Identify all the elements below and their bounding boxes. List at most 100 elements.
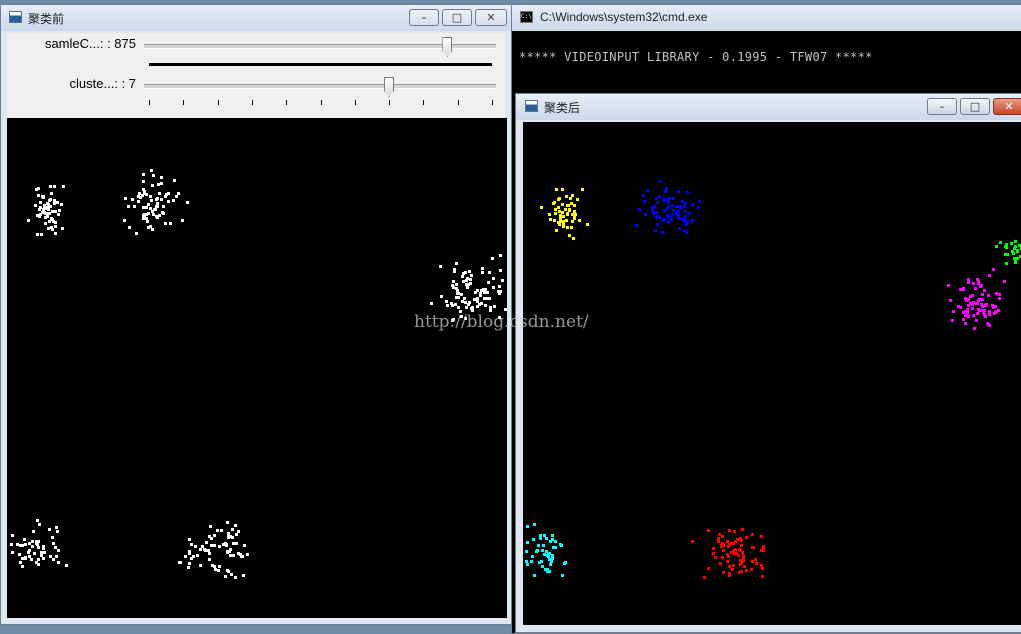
clustered-point: [586, 223, 589, 226]
data-point: [501, 279, 504, 282]
data-point: [152, 213, 155, 216]
clustered-point: [554, 212, 557, 215]
trackbar-track-clustercount[interactable]: [144, 84, 496, 89]
before-titlebar[interactable]: 聚类前 – □ ✕: [1, 5, 511, 31]
clustered-point: [992, 268, 995, 271]
data-point: [151, 184, 154, 187]
data-point: [201, 545, 204, 548]
data-point: [235, 542, 238, 545]
data-point: [52, 220, 55, 223]
data-point: [128, 226, 131, 229]
clustered-point: [536, 549, 539, 552]
clustered-point: [525, 560, 528, 563]
clustered-point: [573, 214, 576, 217]
trackbar-focus-bar: [149, 63, 492, 66]
data-point: [11, 551, 14, 554]
data-point: [31, 545, 34, 548]
maximize-button[interactable]: □: [960, 98, 990, 115]
clustered-point: [661, 219, 664, 222]
clustered-point: [728, 543, 731, 546]
data-point: [172, 199, 175, 202]
data-point: [162, 205, 165, 208]
data-point: [36, 519, 39, 522]
data-point: [18, 553, 21, 556]
clustered-point: [1013, 257, 1016, 260]
window-after[interactable]: 聚类后 – □ ✕: [515, 93, 1021, 633]
clustered-point: [635, 224, 638, 227]
clustered-point: [997, 309, 1000, 312]
data-point: [229, 554, 232, 557]
data-point: [55, 555, 58, 558]
close-button[interactable]: ✕: [993, 98, 1021, 115]
data-point: [160, 182, 163, 185]
data-point: [157, 183, 160, 186]
data-point: [208, 558, 211, 561]
data-point: [142, 180, 145, 183]
tick-mark: [149, 100, 150, 105]
data-point: [178, 561, 181, 564]
clustered-point: [760, 535, 763, 538]
clustered-point: [531, 555, 534, 558]
clustered-point: [761, 575, 764, 578]
minimize-button[interactable]: –: [409, 9, 439, 26]
canvas-before: [7, 118, 507, 618]
clustered-point: [678, 217, 681, 220]
close-button[interactable]: ✕: [475, 9, 507, 26]
data-point: [481, 267, 484, 270]
data-point: [461, 300, 464, 303]
trackbar-ticks: [149, 100, 493, 106]
clustered-point: [682, 217, 685, 220]
tick-mark: [218, 100, 219, 105]
clustered-point: [533, 523, 536, 526]
maximize-icon: □: [443, 10, 471, 25]
trackbar-thumb-samplecount[interactable]: [442, 37, 452, 57]
data-point: [142, 173, 145, 176]
data-point: [49, 185, 52, 188]
clustered-point: [552, 546, 555, 549]
clustered-point: [977, 282, 980, 285]
data-point: [465, 279, 468, 282]
clustered-point: [988, 274, 991, 277]
clustered-point: [665, 187, 668, 190]
data-point: [480, 302, 483, 305]
data-point: [210, 537, 213, 540]
data-point: [52, 558, 55, 561]
clustered-point: [751, 546, 754, 549]
data-point: [160, 176, 163, 179]
cmd-icon: C:\: [520, 11, 533, 23]
data-point: [484, 288, 487, 291]
clustered-point: [537, 544, 540, 547]
clustered-point: [664, 190, 667, 193]
minimize-button[interactable]: –: [927, 98, 957, 115]
data-point: [145, 206, 148, 209]
clustered-point: [552, 202, 555, 205]
maximize-button[interactable]: □: [442, 9, 472, 26]
cmd-titlebar[interactable]: C:\ C:\Windows\system32\cmd.exe: [512, 5, 1021, 31]
trackbar-thumb-clustercount[interactable]: [384, 77, 394, 97]
data-point: [23, 538, 26, 541]
after-titlebar[interactable]: 聚类后 – □ ✕: [516, 94, 1021, 120]
data-point: [445, 300, 448, 303]
data-point: [181, 219, 184, 222]
clustered-point: [972, 314, 975, 317]
clustered-point: [541, 549, 544, 552]
clustered-point: [1014, 245, 1017, 248]
data-point: [452, 280, 455, 283]
clustered-point: [558, 197, 561, 200]
clustered-point: [1003, 280, 1006, 283]
maximize-icon: □: [961, 99, 989, 114]
data-point: [224, 575, 227, 578]
data-point: [51, 536, 54, 539]
data-point: [211, 564, 214, 567]
clustered-point: [717, 537, 720, 540]
data-point: [226, 569, 229, 572]
data-point: [173, 179, 176, 182]
data-point: [492, 277, 495, 280]
clustered-point: [526, 541, 529, 544]
data-point: [216, 529, 219, 532]
clustered-point: [686, 191, 689, 194]
clustered-point: [1005, 262, 1008, 265]
clustered-point: [976, 278, 979, 281]
clustered-point: [983, 289, 986, 292]
clustered-point: [525, 550, 528, 553]
